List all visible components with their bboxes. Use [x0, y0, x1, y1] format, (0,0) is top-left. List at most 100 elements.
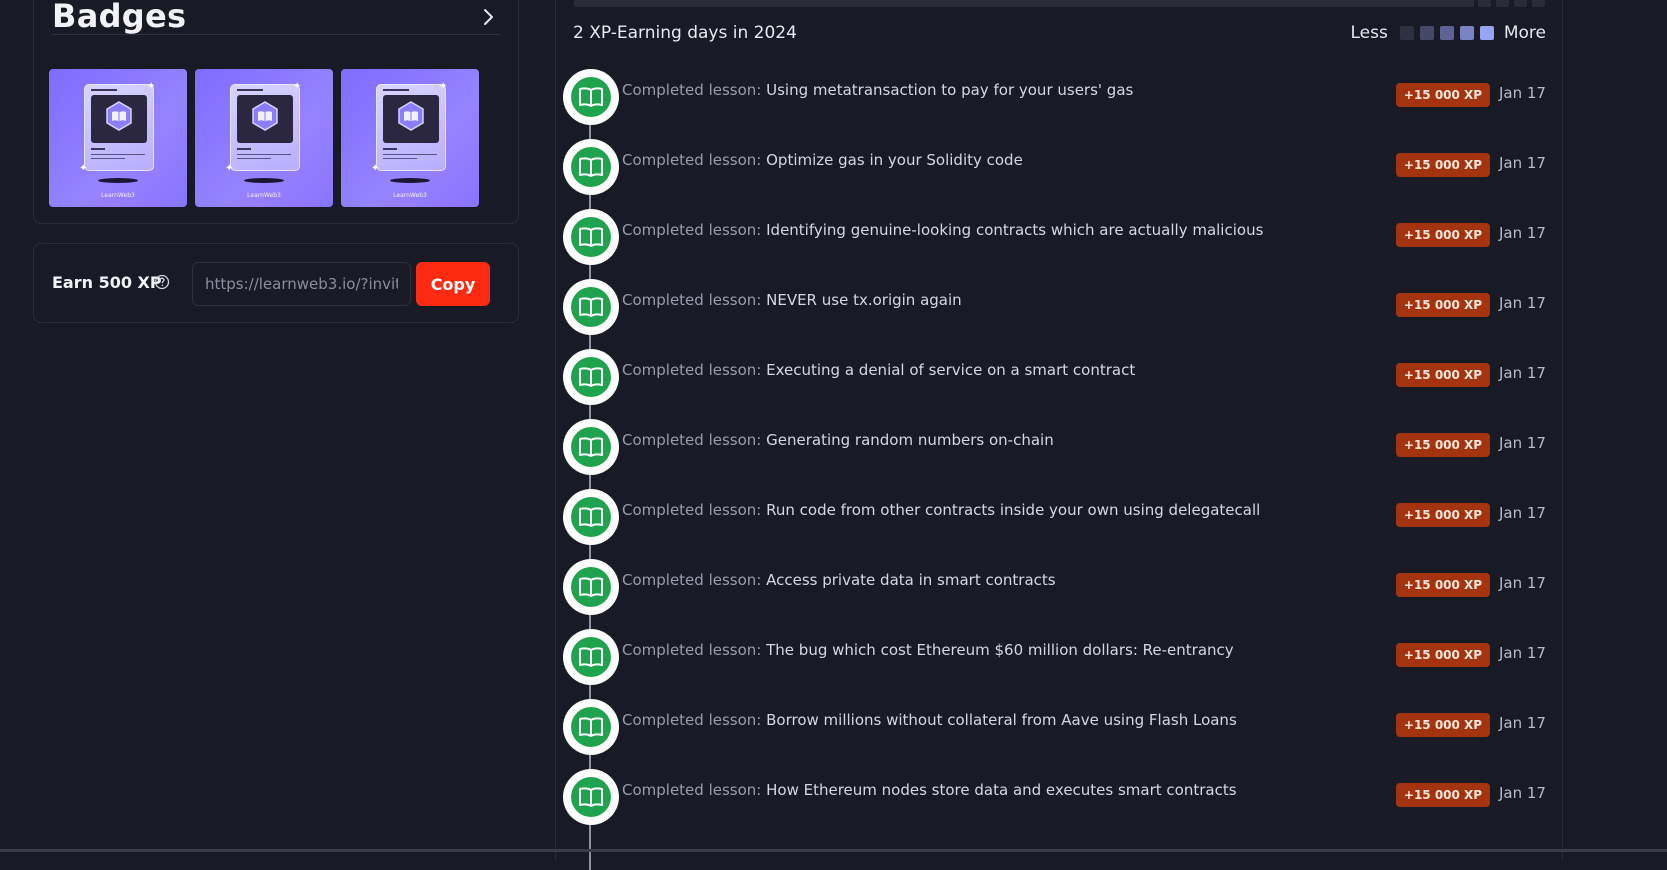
- badge-frame: [91, 95, 147, 143]
- xp-badge: +15 000 XP: [1396, 433, 1490, 457]
- badge-text-line: [91, 154, 145, 155]
- lesson-title[interactable]: Generating random numbers on-chain: [766, 431, 1054, 449]
- invite-card: Earn 500 XP Copy: [33, 243, 519, 323]
- xp-badge: +15 000 XP: [1396, 153, 1490, 177]
- heatmap-cell: [1532, 0, 1545, 7]
- heatmap-cell: [1496, 0, 1509, 7]
- activity-prefix: Completed lesson:: [622, 221, 767, 239]
- xp-badge: +15 000 XP: [1396, 713, 1490, 737]
- activity-panel: 2 XP-Earning days in 2024 Less More Comp…: [555, 0, 1563, 870]
- lesson-title[interactable]: Optimize gas in your Solidity code: [766, 151, 1023, 169]
- lesson-title[interactable]: Executing a denial of service on a smart…: [766, 361, 1135, 379]
- badge-shadow: [244, 178, 284, 183]
- activity-item: Completed lesson: Run code from other co…: [556, 489, 1562, 559]
- activity-date: Jan 17: [1499, 714, 1546, 732]
- activity-prefix: Completed lesson:: [622, 361, 767, 379]
- activity-item: Completed lesson: NEVER use tx.origin ag…: [556, 279, 1562, 349]
- activity-item: Completed lesson: How Ethereum nodes sto…: [556, 769, 1562, 839]
- badge-card-art: [230, 84, 300, 171]
- xp-days-summary: 2 XP-Earning days in 2024: [573, 23, 797, 43]
- legend-swatch: [1399, 26, 1414, 40]
- lesson-icon-circle: [563, 629, 619, 685]
- lesson-title[interactable]: The bug which cost Ethereum $60 million …: [766, 641, 1234, 659]
- legend-swatch: [1439, 26, 1454, 40]
- question-circle-icon[interactable]: [154, 274, 170, 290]
- sparkle-icon: ✦: [79, 163, 88, 174]
- open-book-icon: [579, 227, 603, 247]
- badge-text-line: [91, 158, 125, 159]
- badge-text-line: [237, 148, 251, 150]
- lesson-icon-circle: [563, 699, 619, 755]
- badge-text-line: [91, 148, 105, 150]
- heatmap-cell: [1478, 0, 1491, 7]
- activity-prefix: Completed lesson:: [622, 291, 767, 309]
- activity-date: Jan 17: [1499, 504, 1546, 522]
- activity-prefix: Completed lesson:: [622, 781, 767, 799]
- lesson-title[interactable]: Run code from other contracts inside you…: [766, 501, 1260, 519]
- badge-text-line: [383, 154, 437, 155]
- activity-prefix: Completed lesson:: [622, 151, 767, 169]
- invite-link-input[interactable]: [192, 262, 411, 306]
- lesson-icon-circle: [563, 559, 619, 615]
- lesson-title[interactable]: Identifying genuine-looking contracts wh…: [766, 221, 1263, 239]
- activity-item: Completed lesson: Using metatransaction …: [556, 69, 1562, 139]
- activity-date: Jan 17: [1499, 154, 1546, 172]
- badge-thumbnail[interactable]: ✦ ✦ LearnWeb3: [195, 69, 333, 207]
- badges-card: Badges ✦ ✦ LearnWeb3 ✦ ✦ LearnWeb3 ✦ ✦ LearnWeb3: [33, 0, 519, 224]
- lesson-icon-circle: [563, 209, 619, 265]
- xp-badge: +15 000 XP: [1396, 783, 1490, 807]
- lesson-icon-circle: [563, 489, 619, 545]
- badge-header-line: [383, 89, 409, 91]
- lesson-title[interactable]: NEVER use tx.origin again: [766, 291, 962, 309]
- badge-card-art: [84, 84, 154, 171]
- lesson-title[interactable]: Access private data in smart contracts: [766, 571, 1055, 589]
- activity-item: Completed lesson: Optimize gas in your S…: [556, 139, 1562, 209]
- badge-thumbnail[interactable]: ✦ ✦ LearnWeb3: [341, 69, 479, 207]
- activity-date: Jan 17: [1499, 644, 1546, 662]
- badge-frame: [237, 95, 293, 143]
- xp-badge: +15 000 XP: [1396, 643, 1490, 667]
- badge-header-line: [237, 89, 263, 91]
- badge-thumbnail[interactable]: ✦ ✦ LearnWeb3: [49, 69, 187, 207]
- badge-brand: LearnWeb3: [393, 192, 427, 199]
- lesson-title[interactable]: How Ethereum nodes store data and execut…: [766, 781, 1236, 799]
- xp-badge: +15 000 XP: [1396, 83, 1490, 107]
- lesson-icon-circle: [563, 349, 619, 405]
- activity-date: Jan 17: [1499, 434, 1546, 452]
- lesson-icon-circle: [563, 419, 619, 475]
- heatmap-cell: [1514, 0, 1527, 7]
- lesson-title[interactable]: Borrow millions without collateral from …: [766, 711, 1237, 729]
- xp-badge: +15 000 XP: [1396, 223, 1490, 247]
- activity-date: Jan 17: [1499, 84, 1546, 102]
- open-book-icon: [579, 367, 603, 387]
- badge-text-line: [237, 158, 271, 159]
- legend-more: More: [1503, 23, 1546, 43]
- book-hexagon-icon: [398, 101, 424, 131]
- open-book-icon: [579, 87, 603, 107]
- contribution-heatmap: [574, 0, 1474, 7]
- xp-badge: +15 000 XP: [1396, 363, 1490, 387]
- activity-item: Completed lesson: Identifying genuine-lo…: [556, 209, 1562, 279]
- activity-date: Jan 17: [1499, 224, 1546, 242]
- copy-button[interactable]: Copy: [416, 262, 490, 306]
- lesson-title[interactable]: Using metatransaction to pay for your us…: [766, 81, 1133, 99]
- book-hexagon-icon: [252, 101, 278, 131]
- xp-badge: +15 000 XP: [1396, 503, 1490, 527]
- activity-prefix: Completed lesson:: [622, 641, 767, 659]
- activity-item: Completed lesson: The bug which cost Eth…: [556, 629, 1562, 699]
- sparkle-icon: ✦: [439, 81, 448, 92]
- open-book-icon: [579, 717, 603, 737]
- badge-brand: LearnWeb3: [247, 192, 281, 199]
- activity-item: Completed lesson: Borrow millions withou…: [556, 699, 1562, 769]
- activity-list: Completed lesson: Using metatransaction …: [556, 69, 1562, 839]
- activity-date: Jan 17: [1499, 574, 1546, 592]
- activity-prefix: Completed lesson:: [622, 81, 767, 99]
- badge-text-line: [237, 154, 291, 155]
- activity-date: Jan 17: [1499, 294, 1546, 312]
- chevron-right-icon[interactable]: [478, 7, 498, 27]
- lesson-icon-circle: [563, 139, 619, 195]
- badge-brand: LearnWeb3: [101, 192, 135, 199]
- badge-text-line: [383, 148, 397, 150]
- badge-shadow: [390, 178, 430, 183]
- left-column: Badges ✦ ✦ LearnWeb3 ✦ ✦ LearnWeb3 ✦ ✦ LearnWeb3…: [0, 0, 540, 852]
